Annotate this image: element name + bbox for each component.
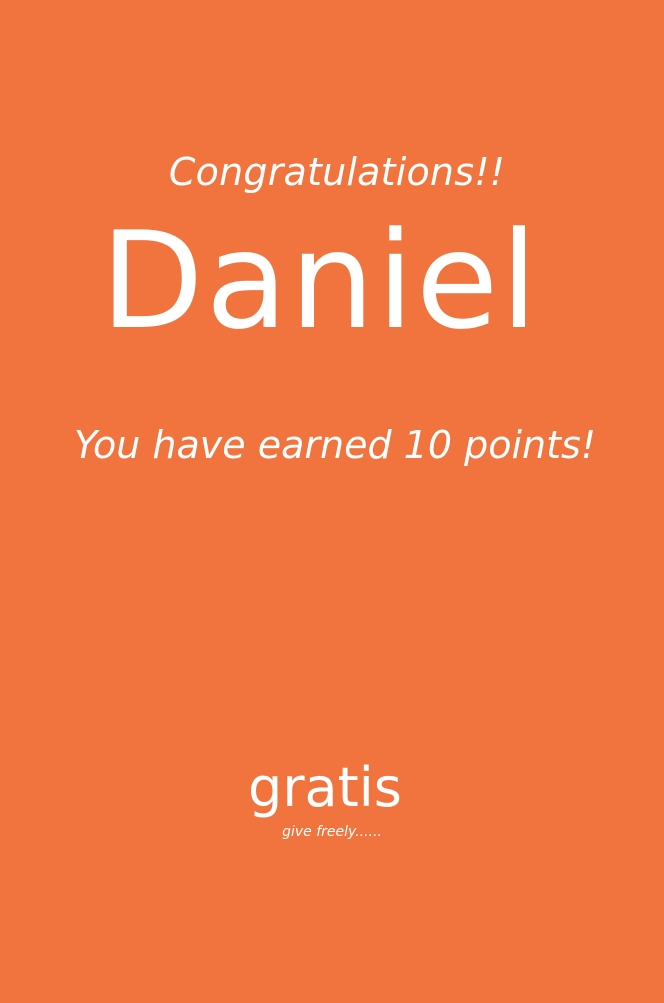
recipient-name: Daniel <box>100 203 540 359</box>
congratulations-screen: Congratulations!! Daniel You have earned… <box>0 0 664 1003</box>
brand-tagline: give freely...... <box>282 824 382 840</box>
points-earned-message: You have earned 10 points! <box>73 423 597 467</box>
congratulations-heading: Congratulations!! <box>168 150 506 194</box>
gratis-logo-text: gratis <box>248 756 402 819</box>
